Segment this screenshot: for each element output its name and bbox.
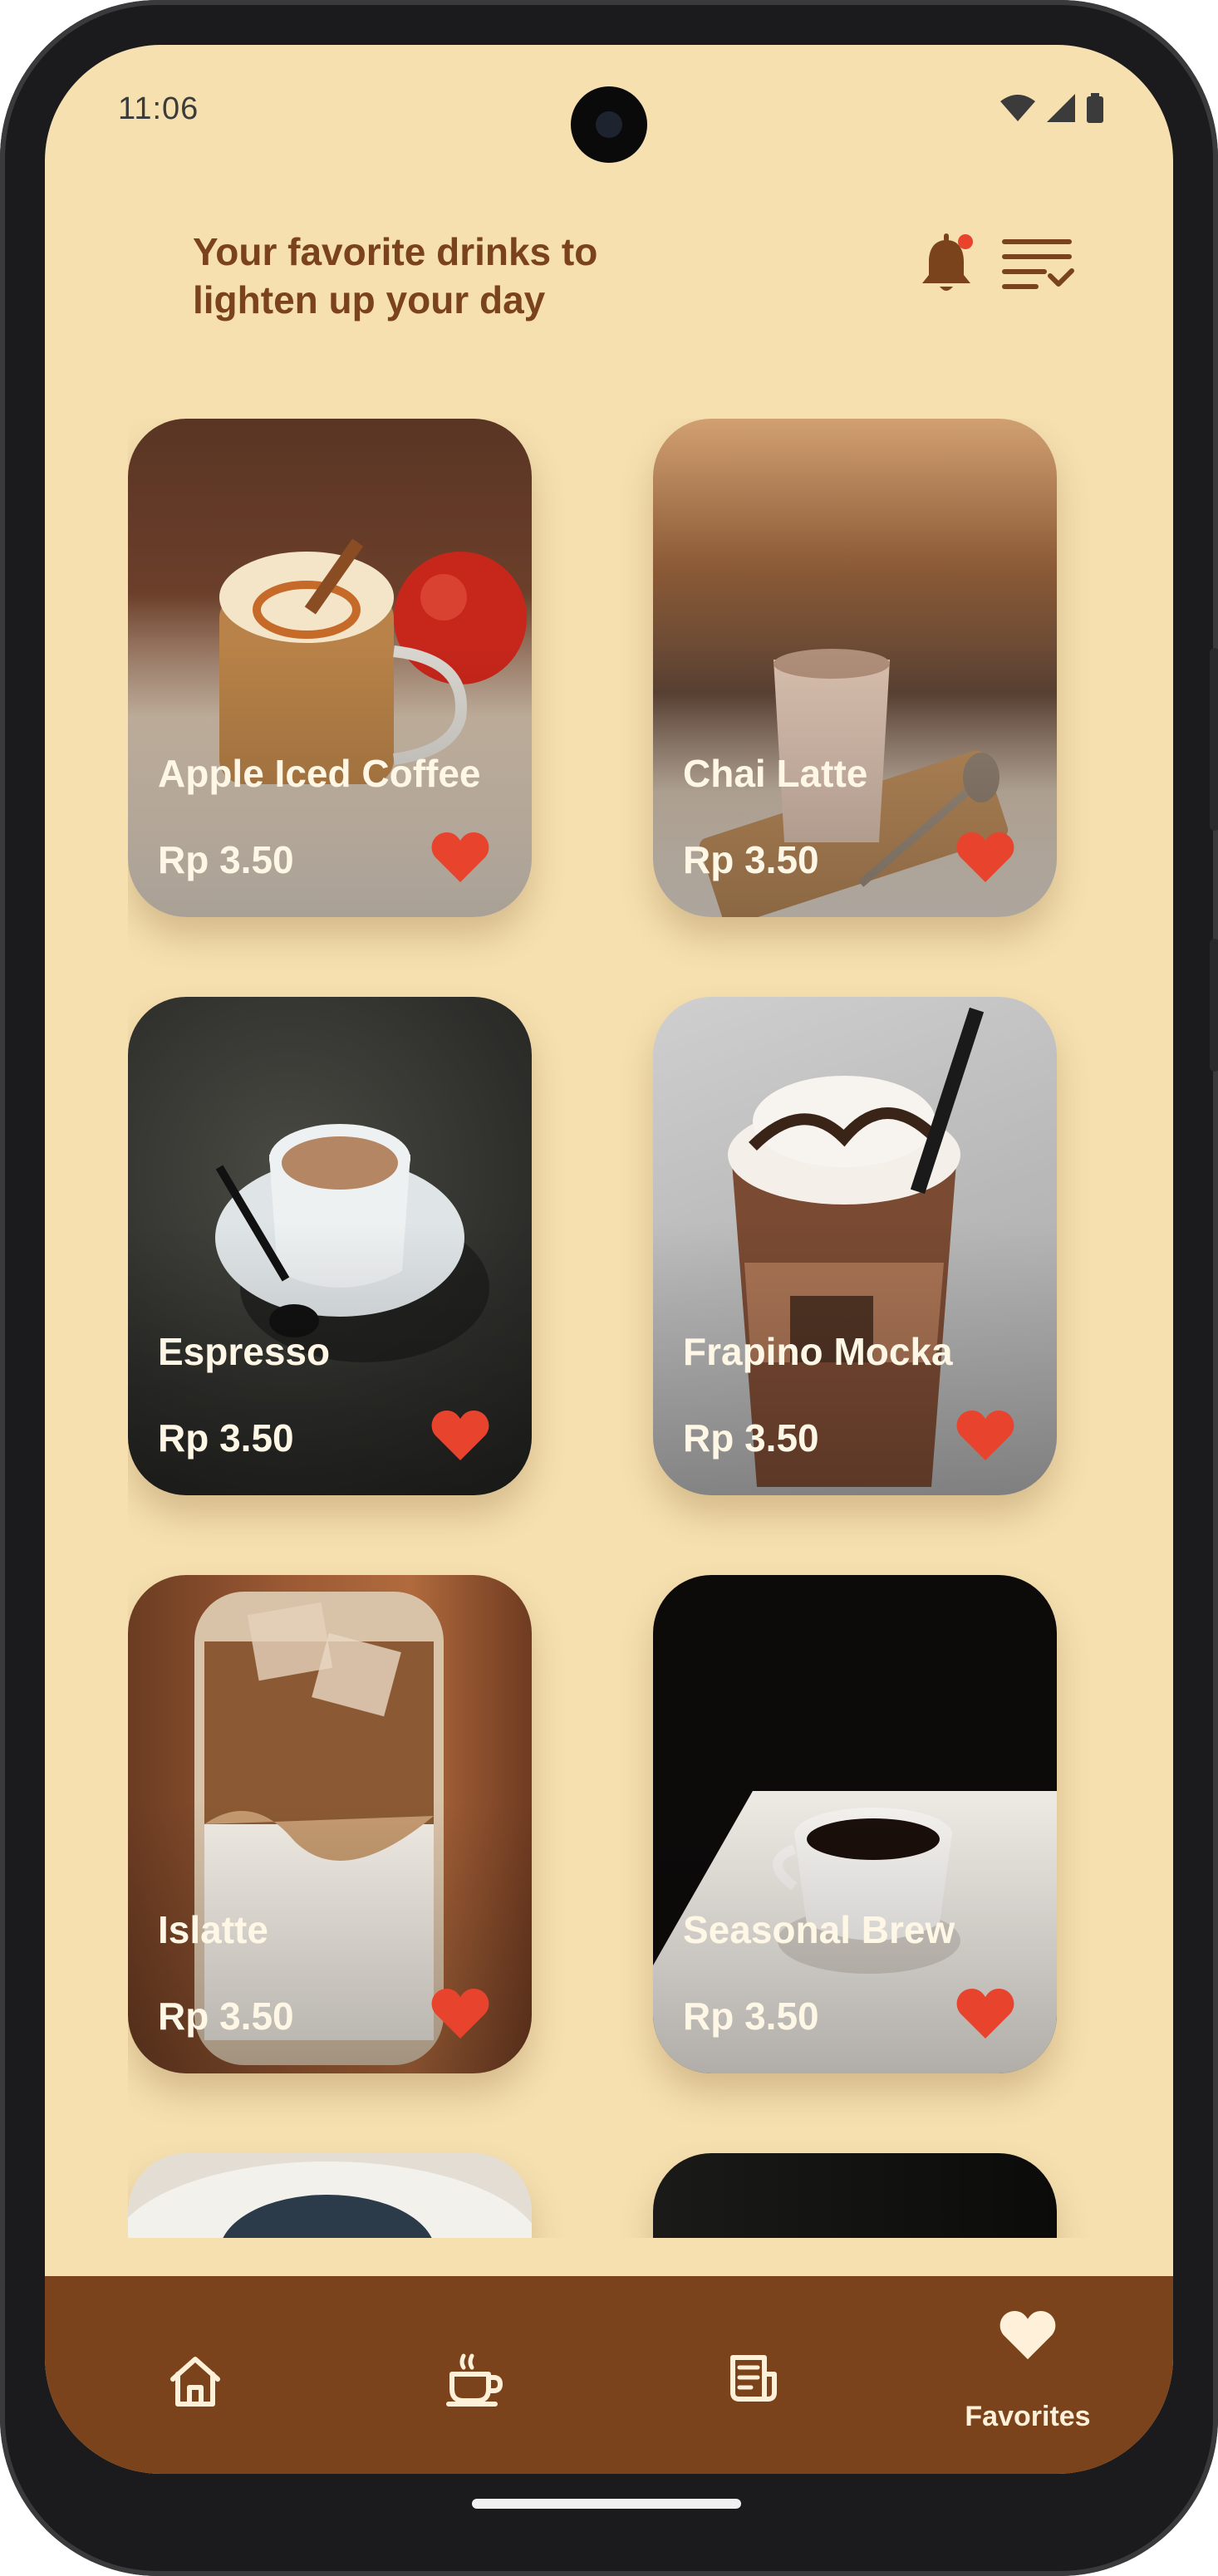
favorite-heart-icon[interactable] (955, 831, 1015, 884)
receipt-icon (730, 2355, 777, 2402)
front-camera (571, 86, 647, 163)
notification-bell-icon[interactable] (917, 232, 975, 298)
drink-card[interactable]: Islatte Rp 3.50 (128, 1575, 532, 2073)
nav-favorites[interactable]: Favorites (924, 2276, 1132, 2474)
drink-card[interactable]: Seasonal Brew Rp 3.50 (653, 1575, 1057, 2073)
drink-name: Chai Latte (683, 752, 868, 795)
home-icon (170, 2357, 220, 2407)
nav-favorites-label: Favorites (965, 2401, 1091, 2432)
home-indicator[interactable] (472, 2499, 741, 2509)
nav-menu[interactable] (371, 2276, 578, 2474)
drink-name: Frapino Mocka (683, 1330, 953, 1373)
nav-home[interactable] (91, 2276, 299, 2474)
drink-photo (128, 2153, 532, 2238)
drinks-grid: Apple Iced Coffee Rp 3.50 Chai Latte Rp … (128, 419, 1092, 2238)
drink-price: Rp 3.50 (158, 1995, 294, 2038)
favorite-heart-icon[interactable] (430, 1409, 490, 1462)
drink-price: Rp 3.50 (158, 838, 294, 881)
drink-price: Rp 3.50 (683, 838, 819, 881)
drink-card[interactable]: Chai Latte Rp 3.50 (653, 419, 1057, 917)
nav-orders[interactable] (650, 2276, 857, 2474)
heart-icon (999, 2310, 1056, 2360)
drink-card[interactable]: Apple Iced Coffee Rp 3.50 (128, 419, 532, 917)
favorite-heart-icon[interactable] (430, 1987, 490, 2040)
favorite-heart-icon[interactable] (955, 1987, 1015, 2040)
drink-price: Rp 3.50 (158, 1416, 294, 1460)
drink-name: Espresso (158, 1330, 331, 1373)
battery-icon (1087, 93, 1103, 123)
phone-frame: 11:06 Your favorite drinks to lighten up… (0, 0, 1218, 2576)
drink-photo (653, 2153, 1057, 2238)
wifi-icon (1000, 95, 1035, 121)
app-screen: 11:06 Your favorite drinks to lighten up… (45, 45, 1173, 2474)
drink-card[interactable] (653, 2153, 1057, 2238)
drink-name: Seasonal Brew (683, 1908, 955, 1951)
status-time: 11:06 (118, 91, 199, 126)
bottom-navigation: Favorites (45, 2276, 1173, 2474)
coffee-cup-icon (446, 2353, 503, 2407)
drink-card[interactable]: Frapino Mocka Rp 3.50 (653, 997, 1057, 1495)
volume-button (1210, 648, 1218, 831)
drink-price: Rp 3.50 (683, 1416, 819, 1460)
sort-filter-icon[interactable] (1000, 234, 1075, 292)
drink-card[interactable] (128, 2153, 532, 2238)
page-title: Your favorite drinks to lighten up your … (193, 230, 598, 321)
signal-icon (1047, 94, 1075, 122)
drink-name: Islatte (158, 1908, 268, 1951)
status-bar: 11:06 (45, 45, 1173, 163)
drink-price: Rp 3.50 (683, 1995, 819, 2038)
power-button (1210, 939, 1218, 1072)
favorite-heart-icon[interactable] (430, 831, 490, 884)
favorite-heart-icon[interactable] (955, 1409, 1015, 1462)
drink-card[interactable]: Espresso Rp 3.50 (128, 997, 532, 1495)
drink-name: Apple Iced Coffee (158, 752, 481, 795)
system-icons (1000, 93, 1103, 123)
